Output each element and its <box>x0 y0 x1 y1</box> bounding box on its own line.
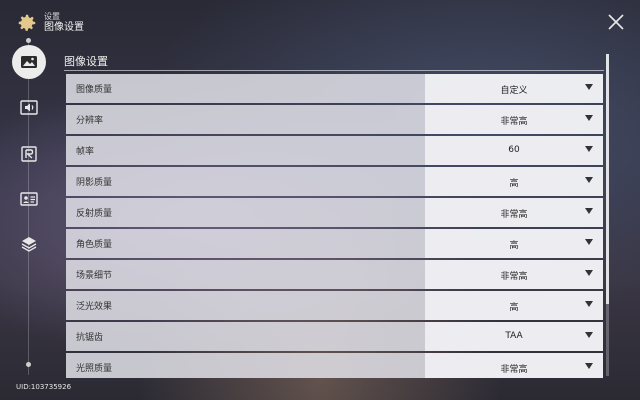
setting-value: 高 <box>509 241 519 251</box>
setting-label: 图像质量 <box>76 85 113 95</box>
sound-icon <box>20 100 38 115</box>
setting-label: 抗锯齿 <box>76 333 104 343</box>
setting-dropdown[interactable]: 高 <box>425 167 603 196</box>
setting-value: 非常高 <box>500 365 528 375</box>
setting-value: 非常高 <box>500 210 528 220</box>
setting-label: 角色质量 <box>76 240 113 250</box>
setting-label: 阴影质量 <box>76 178 113 188</box>
tab-language[interactable] <box>14 139 44 169</box>
setting-label: 反射质量 <box>76 209 113 219</box>
image-icon <box>21 56 37 68</box>
settings-list: 图像质量 自定义 分辨率 非常高 帧率 60 阴影质量高反射质量 非常高 角色质量高场景细节 非常… <box>66 74 603 378</box>
uid-label: UID:103735926 <box>16 383 72 391</box>
account-icon <box>20 192 38 206</box>
setting-label: 场景细节 <box>76 271 113 281</box>
setting-row[interactable]: 角色质量 高 <box>66 229 603 258</box>
setting-row[interactable]: 泛光效果 高 <box>66 291 603 320</box>
setting-dropdown[interactable]: 非常高 <box>425 105 603 134</box>
setting-dropdown[interactable]: 高 <box>425 229 603 258</box>
dropdown-arrow-icon[interactable] <box>585 301 593 307</box>
header: 设置 图像设置 <box>16 10 84 36</box>
setting-value: 自定义 <box>500 86 528 96</box>
dropdown-arrow-icon[interactable] <box>585 84 593 90</box>
dropdown-arrow-icon[interactable] <box>585 208 593 214</box>
setting-value: 非常高 <box>500 272 528 282</box>
breadcrumb: 设置 <box>44 12 60 21</box>
dropdown-arrow-icon[interactable] <box>585 115 593 121</box>
setting-dropdown[interactable]: TAA <box>425 322 603 351</box>
setting-dropdown[interactable]: 60 <box>425 136 603 165</box>
rail-dot-bottom <box>26 362 31 367</box>
setting-value: 高 <box>509 303 519 313</box>
setting-label: 分辨率 <box>76 116 104 126</box>
setting-label: 泛光效果 <box>76 302 113 312</box>
language-icon <box>21 146 37 162</box>
page-title: 图像设置 <box>44 22 84 33</box>
setting-row[interactable]: 反射质量 非常高 <box>66 198 603 227</box>
setting-dropdown[interactable]: 高 <box>425 291 603 320</box>
setting-row[interactable]: 阴影质量 高 <box>66 167 603 196</box>
close-icon[interactable] <box>606 12 626 32</box>
gear-icon <box>18 14 36 31</box>
scrollbar-thumb[interactable] <box>606 54 609 304</box>
dropdown-arrow-icon[interactable] <box>585 363 593 369</box>
setting-dropdown[interactable]: 自定义 <box>425 74 603 103</box>
section-divider <box>64 70 604 71</box>
setting-row[interactable]: 光照质量 非常高 <box>66 353 603 378</box>
setting-value: 60 <box>508 145 520 155</box>
setting-row[interactable]: 分辨率 非常高 <box>66 105 603 134</box>
dropdown-arrow-icon[interactable] <box>585 332 593 338</box>
setting-row[interactable]: 图像质量 自定义 <box>66 74 603 103</box>
tab-audio[interactable] <box>14 93 44 123</box>
setting-value: 非常高 <box>500 117 528 127</box>
setting-row[interactable]: 帧率 60 <box>66 136 603 165</box>
dropdown-arrow-icon[interactable] <box>585 239 593 245</box>
setting-dropdown[interactable]: 非常高 <box>425 198 603 227</box>
tab-graphics[interactable] <box>12 45 46 79</box>
section-title: 图像设置 <box>64 55 108 68</box>
setting-value: TAA <box>505 331 523 341</box>
rail-dot-top <box>26 38 31 43</box>
setting-dropdown[interactable]: 非常高 <box>425 260 603 289</box>
setting-label: 光照质量 <box>76 364 113 374</box>
tab-account[interactable] <box>14 184 44 214</box>
setting-label: 帧率 <box>76 147 95 157</box>
setting-row[interactable]: 抗锯齿 TAA <box>66 322 603 351</box>
setting-value: 高 <box>509 179 519 189</box>
header-text: 设置 图像设置 <box>44 13 84 33</box>
setting-dropdown[interactable]: 非常高 <box>425 353 603 378</box>
layers-icon <box>21 237 37 252</box>
setting-row[interactable]: 场景细节 非常高 <box>66 260 603 289</box>
dropdown-arrow-icon[interactable] <box>585 146 593 152</box>
tab-other[interactable] <box>14 229 44 259</box>
dropdown-arrow-icon[interactable] <box>585 177 593 183</box>
dropdown-arrow-icon[interactable] <box>585 270 593 276</box>
